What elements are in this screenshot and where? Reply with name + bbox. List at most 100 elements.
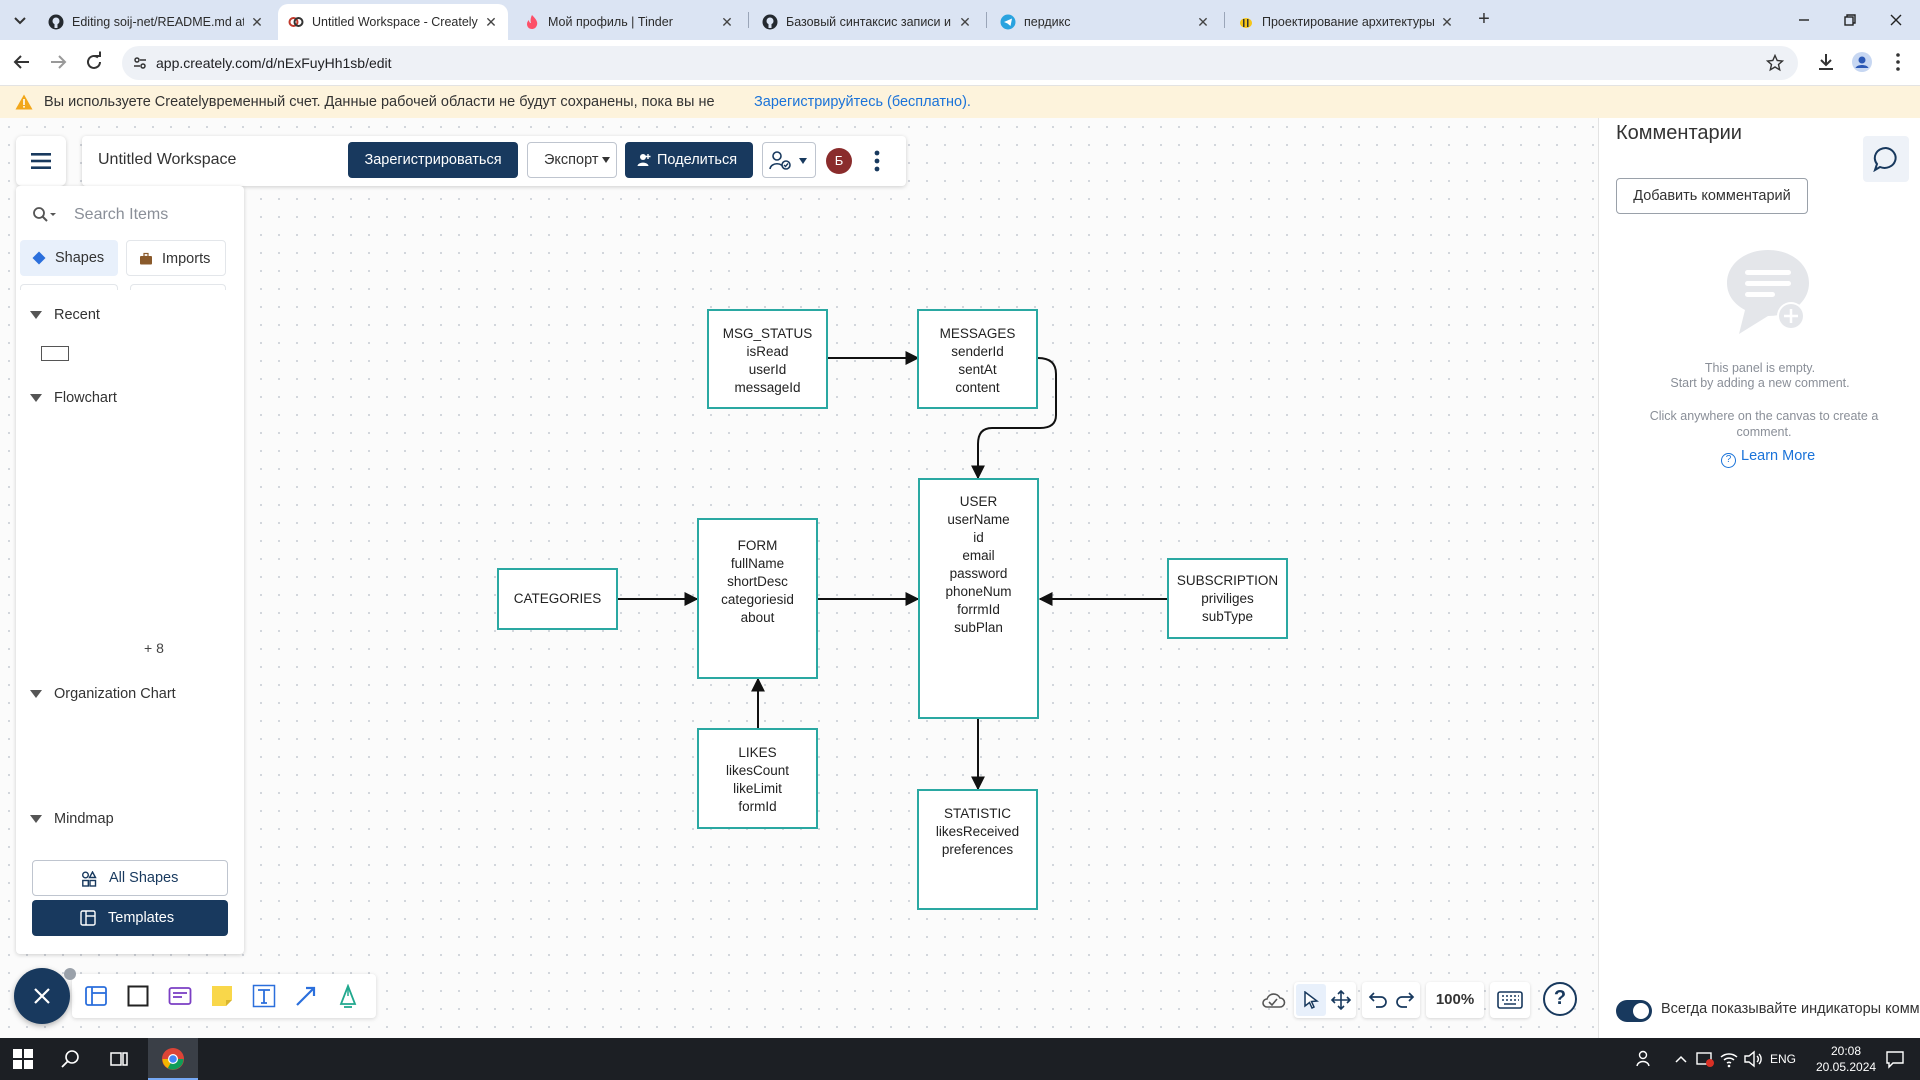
comments-toggle-button[interactable] — [1863, 136, 1909, 182]
help-circle-icon: ? — [1721, 453, 1736, 468]
clock-date[interactable]: 20.05.2024 — [1816, 1060, 1876, 1074]
defender-icon[interactable] — [1694, 1048, 1716, 1070]
entity-likes[interactable]: LIKES likesCount likeLimit formId — [697, 728, 818, 829]
rectangle-shape[interactable] — [41, 346, 69, 361]
tab-imports[interactable]: Imports — [126, 240, 226, 276]
add-comment-button[interactable]: Добавить комментарий — [1616, 178, 1808, 214]
section-mindmap[interactable]: Mindmap — [30, 811, 230, 831]
input-language[interactable]: ENG — [1770, 1052, 1796, 1066]
briefcase-icon — [140, 252, 152, 265]
entity-user[interactable]: USER userName id email password phoneNum… — [918, 478, 1039, 719]
people-icon[interactable] — [1634, 1048, 1656, 1070]
close-tab-icon[interactable]: ✕ — [1196, 15, 1210, 29]
clock-time[interactable]: 20:08 — [1816, 1044, 1876, 1058]
notifications-icon[interactable] — [1884, 1048, 1906, 1070]
task-view-icon[interactable] — [108, 1048, 130, 1070]
tray-chevron-icon[interactable] — [1670, 1048, 1692, 1070]
close-tab-icon[interactable]: ✕ — [958, 15, 972, 29]
help-button[interactable]: ? — [1543, 982, 1577, 1016]
keyboard-shortcuts-button[interactable] — [1490, 982, 1530, 1018]
close-icon — [34, 988, 50, 1004]
register-button[interactable]: Зарегистрироваться — [348, 142, 518, 178]
share-button[interactable]: Поделиться — [625, 142, 753, 178]
close-tab-icon[interactable]: ✕ — [250, 15, 264, 29]
close-tab-icon[interactable]: ✕ — [1440, 15, 1454, 29]
entity-categories[interactable]: CATEGORIES — [497, 568, 618, 630]
close-tab-icon[interactable]: ✕ — [720, 15, 734, 29]
restore-icon[interactable] — [1838, 8, 1862, 32]
learn-more-label: Learn More — [1741, 448, 1816, 464]
close-tab-icon[interactable]: ✕ — [484, 15, 498, 29]
empty-panel-text: This panel is empty. — [1704, 361, 1816, 375]
zoom-level[interactable]: 100% — [1426, 982, 1484, 1018]
workspace-title[interactable]: Untitled Workspace — [98, 151, 236, 169]
forward-icon[interactable] — [46, 50, 70, 74]
search-items-field[interactable]: Search Items — [32, 200, 232, 230]
entity-form[interactable]: FORM fullName shortDesc categoriesid abo… — [697, 518, 818, 679]
site-info-icon[interactable] — [132, 55, 148, 71]
section-recent[interactable]: Recent — [30, 307, 230, 327]
register-free-link[interactable]: Зарегистрируйтесь (бесплатно). — [754, 94, 971, 110]
main-menu-button[interactable] — [16, 136, 66, 186]
browser-tab-github-readme[interactable]: Editing soij-net/README.md at ✕ — [38, 4, 274, 40]
show-indicators-toggle[interactable] — [1616, 1000, 1652, 1022]
tab-label: пердикс — [1024, 15, 1071, 29]
entity-msg-status[interactable]: MSG_STATUS isRead userId messageId — [707, 309, 828, 409]
all-shapes-button[interactable]: All Shapes — [32, 860, 228, 896]
profile-icon[interactable] — [1850, 50, 1874, 74]
user-avatar[interactable]: Б — [826, 148, 852, 174]
downloads-icon[interactable] — [1814, 50, 1838, 74]
new-tab-button[interactable]: + — [1472, 8, 1496, 32]
more-options-icon[interactable] — [872, 148, 882, 174]
collaborators-dropdown[interactable] — [762, 142, 816, 178]
export-dropdown[interactable]: Экспорт — [527, 142, 617, 178]
entity-statistic[interactable]: STATISTIC likesReceived preferences — [917, 789, 1038, 910]
browser-toolbar: app.creately.com/d/nExFuyHh1sb/edit — [0, 40, 1920, 86]
entity-messages[interactable]: MESSAGES senderId sentAt content — [917, 309, 1038, 409]
connector-tool-icon[interactable] — [294, 984, 318, 1008]
tab-shapes-label: Shapes — [55, 250, 105, 266]
pen-tool-icon[interactable] — [336, 984, 360, 1008]
minimize-icon[interactable] — [1792, 8, 1816, 32]
section-organization-chart[interactable]: Organization Chart — [30, 686, 230, 706]
volume-icon[interactable] — [1742, 1048, 1764, 1070]
tab-shapes[interactable]: Shapes — [20, 240, 118, 276]
hamburger-icon — [31, 153, 51, 169]
browser-tab-tinder[interactable]: Мой профиль | Tinder ✕ — [514, 4, 744, 40]
search-icon[interactable] — [60, 1048, 82, 1070]
tab-search-dropdown-icon[interactable] — [10, 10, 30, 30]
close-tools-button[interactable] — [14, 968, 76, 1024]
entity-field: isRead — [746, 344, 789, 359]
section-flowchart[interactable]: Flowchart — [30, 390, 230, 410]
browser-tab-architecture[interactable]: Проектирование архитектуры ✕ — [1228, 4, 1464, 40]
text-tool-icon[interactable] — [252, 984, 276, 1008]
chrome-taskbar-button[interactable] — [148, 1038, 198, 1080]
learn-more-link[interactable]: ? Learn More — [1721, 448, 1815, 468]
cloud-sync-icon[interactable] — [1260, 988, 1286, 1012]
more-shapes-count[interactable]: + 8 — [144, 640, 164, 656]
reload-icon[interactable] — [82, 50, 106, 74]
browser-tab-github-syntax[interactable]: Базовый синтаксис записи и ф ✕ — [752, 4, 982, 40]
redo-icon[interactable] — [1395, 990, 1415, 1010]
bookmark-star-icon[interactable] — [1766, 54, 1784, 72]
rectangle-tool-icon[interactable] — [126, 984, 150, 1008]
back-icon[interactable] — [10, 50, 34, 74]
pan-tool-icon[interactable] — [1330, 989, 1352, 1011]
wifi-icon[interactable] — [1718, 1048, 1740, 1070]
chat-bubble-icon — [1873, 146, 1897, 172]
entity-field: fullName — [730, 556, 785, 571]
sticky-note-icon[interactable] — [210, 984, 234, 1008]
library-panel-icon[interactable] — [84, 984, 108, 1008]
templates-button[interactable]: Templates — [32, 900, 228, 936]
undo-icon[interactable] — [1368, 990, 1388, 1010]
entity-subscription[interactable]: SUBSCRIPTION priviliges subType — [1167, 558, 1288, 639]
address-bar[interactable]: app.creately.com/d/nExFuyHh1sb/edit — [122, 46, 1798, 80]
browser-tab-creately[interactable]: Untitled Workspace - Creately ✕ — [278, 4, 508, 40]
close-window-icon[interactable] — [1884, 8, 1908, 32]
browser-menu-icon[interactable] — [1886, 50, 1910, 74]
select-tool-button[interactable] — [1296, 984, 1326, 1016]
card-tool-icon[interactable] — [168, 984, 192, 1008]
entity-field: subPlan — [954, 620, 1003, 635]
windows-start-icon[interactable] — [12, 1048, 34, 1070]
browser-tab-telegram[interactable]: пердикс ✕ — [990, 4, 1220, 40]
